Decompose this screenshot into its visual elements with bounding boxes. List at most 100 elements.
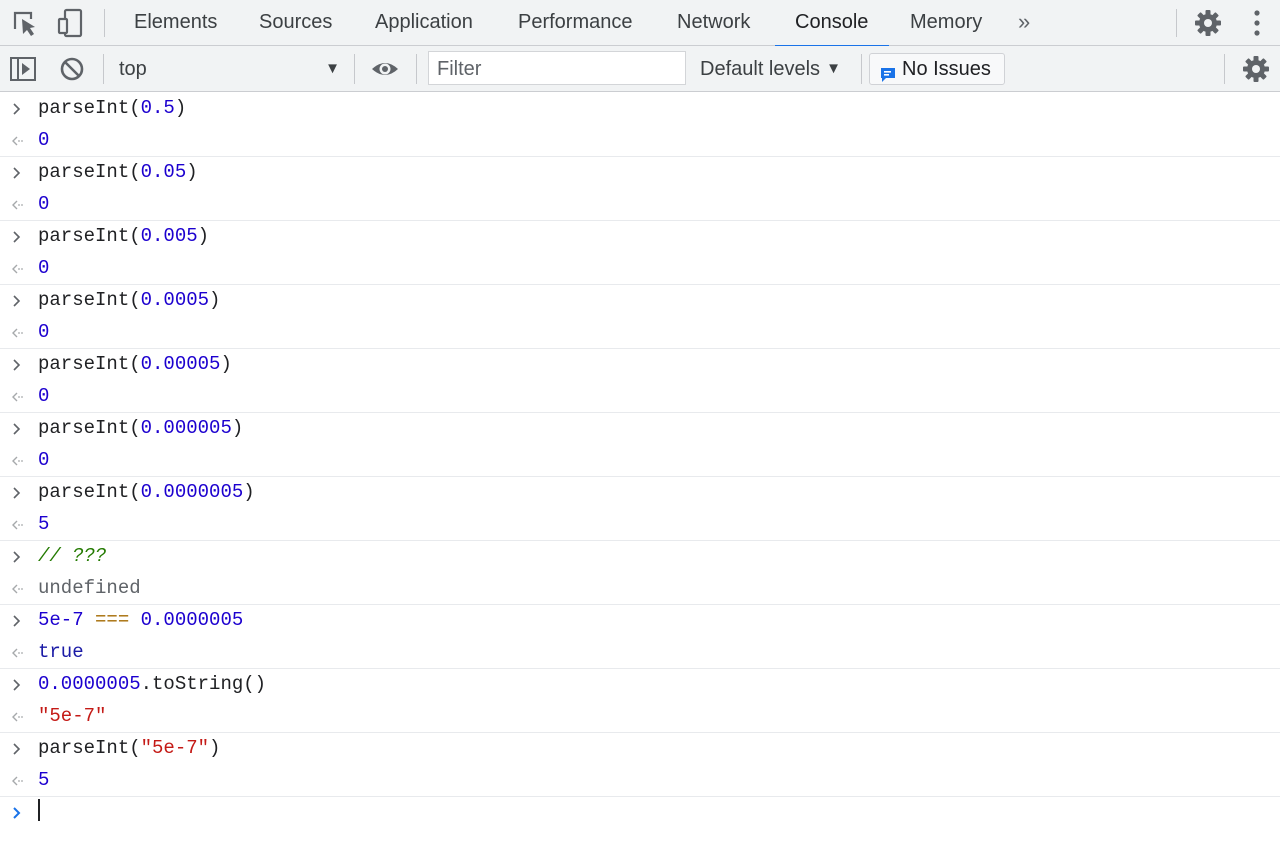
result-arrow-icon (10, 765, 24, 797)
show-sidebar-icon[interactable] (7, 53, 39, 85)
more-tabs-chevron-icon[interactable]: » (1018, 0, 1030, 46)
console-input-line[interactable]: parseInt(0.005) (0, 221, 1280, 253)
console-input-line[interactable]: // ??? (0, 541, 1280, 573)
code-token: 0.0000005 (140, 481, 244, 503)
console-prompt-input[interactable] (0, 797, 1280, 829)
result-value: 5 (38, 512, 50, 535)
console-entry: 0.0000005.toString() "5e-7" (0, 669, 1280, 733)
code-token: "5e-7" (140, 737, 210, 759)
console-input-line[interactable]: 0.0000005.toString() (0, 669, 1280, 701)
code-token: 0.000005 (140, 417, 232, 439)
tab-performance[interactable]: Performance (518, 0, 633, 46)
tab-application[interactable]: Application (375, 0, 473, 46)
code-token: 5e-7 (38, 609, 84, 631)
tab-memory[interactable]: Memory (910, 0, 982, 46)
result-arrow-icon (10, 445, 24, 477)
console-entry: parseInt(0.0005) 0 (0, 285, 1280, 349)
code-token: ) (209, 737, 221, 759)
toolbar-divider (416, 54, 417, 84)
console-input-line[interactable]: parseInt(0.0000005) (0, 477, 1280, 509)
more-options-kebab-icon[interactable] (1241, 7, 1273, 39)
log-levels-dropdown[interactable]: Default levels ▼ (700, 52, 841, 86)
code-token: ) (197, 225, 210, 247)
console-input-line[interactable]: parseInt(0.5) (0, 93, 1280, 125)
clear-console-icon[interactable] (56, 53, 88, 85)
console-input-line[interactable]: parseInt(0.05) (0, 157, 1280, 189)
result-arrow-icon (10, 189, 24, 221)
tab-console[interactable]: Console (774, 0, 890, 47)
tab-sources[interactable]: Sources (259, 0, 332, 46)
result-arrow-icon (10, 509, 24, 541)
toolbar-divider (104, 9, 105, 37)
result-value: "5e-7" (38, 704, 107, 727)
console-entry: parseInt(0.0000005) 5 (0, 477, 1280, 541)
console-entry: parseInt("5e-7") 5 (0, 733, 1280, 797)
settings-gear-icon[interactable] (1192, 7, 1224, 39)
console-result-line: 5 (0, 765, 1280, 797)
console-result-line: 0 (0, 125, 1280, 157)
console-input-line[interactable]: parseInt(0.000005) (0, 413, 1280, 445)
live-expression-eye-icon[interactable] (369, 53, 401, 85)
console-entry: 5e-7 === 0.0000005 true (0, 605, 1280, 669)
console-result-line: undefined (0, 573, 1280, 605)
prompt-chevron-icon (10, 797, 24, 829)
tab-elements[interactable]: Elements (134, 0, 217, 46)
execution-context-value: top (119, 58, 147, 80)
toolbar-divider (103, 54, 104, 84)
devtools-tab-bar: Elements Sources Application Performance… (0, 0, 1280, 47)
text-cursor (38, 799, 40, 822)
issues-button[interactable]: No Issues (869, 53, 1005, 85)
console-input-line[interactable]: parseInt("5e-7") (0, 733, 1280, 765)
result-arrow-icon (10, 637, 24, 669)
code-token: parseInt( (38, 161, 141, 183)
console-result-line: 5 (0, 509, 1280, 541)
issues-label: No Issues (902, 58, 991, 80)
code-token: ) (231, 417, 244, 439)
code-token: === (83, 609, 141, 631)
code-token: 0.0000005 (38, 673, 141, 695)
console-input-line[interactable]: 5e-7 === 0.0000005 (0, 605, 1280, 637)
console-messages: parseInt(0.5) 0 parseInt(0.05) 0 parseInt(0.… (0, 93, 1280, 829)
inspect-element-icon[interactable] (9, 7, 41, 39)
result-arrow-icon (10, 253, 24, 285)
log-levels-label: Default levels (700, 58, 821, 80)
console-entry: parseInt(0.005) 0 (0, 221, 1280, 285)
console-input-line[interactable]: parseInt(0.00005) (0, 349, 1280, 381)
code-token: 0.5 (140, 97, 175, 119)
code-token: ) (174, 97, 187, 119)
result-arrow-icon (10, 701, 24, 733)
console-result-line: "5e-7" (0, 701, 1280, 733)
device-toolbar-icon[interactable] (55, 7, 87, 39)
console-entry: parseInt(0.00005) 0 (0, 349, 1280, 413)
execution-context-select[interactable]: top ▼ (110, 52, 346, 86)
code-token: parseInt( (38, 225, 141, 247)
input-prompt-chevron-icon (10, 221, 24, 253)
input-prompt-chevron-icon (10, 669, 24, 701)
console-result-line: 0 (0, 189, 1280, 221)
console-input-line[interactable]: parseInt(0.0005) (0, 285, 1280, 317)
dropdown-arrow-icon: ▼ (826, 60, 841, 77)
code-token: 0.05 (140, 161, 187, 183)
code-token: ) (186, 161, 198, 183)
console-settings-gear-icon[interactable] (1240, 53, 1272, 85)
code-token: ) (209, 289, 221, 311)
console-filter-input[interactable] (428, 51, 686, 85)
result-arrow-icon (10, 317, 24, 349)
result-value: 0 (38, 320, 50, 343)
toolbar-divider (354, 54, 355, 84)
code-token: 0.00005 (140, 353, 221, 375)
console-result-line: 0 (0, 253, 1280, 285)
input-prompt-chevron-icon (10, 349, 24, 381)
input-prompt-chevron-icon (10, 157, 24, 189)
tab-network[interactable]: Network (677, 0, 750, 46)
result-value: true (38, 640, 84, 663)
code-token: parseInt( (38, 97, 141, 119)
code-token: 0.0000005 (140, 609, 244, 631)
code-token: ) (243, 481, 255, 503)
code-token: 0.005 (140, 225, 198, 247)
code-token: parseInt( (38, 353, 141, 375)
input-prompt-chevron-icon (10, 413, 24, 445)
console-result-line: 0 (0, 317, 1280, 349)
code-token: parseInt( (38, 289, 141, 311)
code-token: ) (220, 353, 232, 375)
